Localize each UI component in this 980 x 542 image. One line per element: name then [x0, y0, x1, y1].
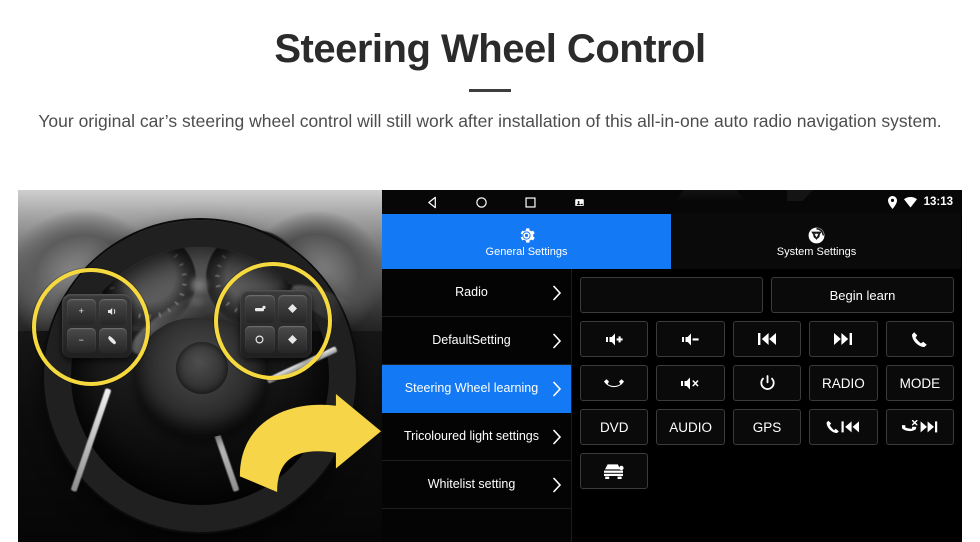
radio-button[interactable]: RADIO: [809, 365, 878, 401]
page-root: Steering Wheel Control Your original car…: [0, 0, 980, 542]
function-button-row-4: [580, 453, 954, 489]
car-front-button[interactable]: [580, 453, 649, 489]
next-track-icon: [834, 333, 853, 345]
status-bar-notch-secondary: [787, 190, 813, 201]
learn-control-row: Begin learn: [580, 277, 954, 313]
volume-up-button[interactable]: [580, 321, 649, 357]
chevron-right-icon: [553, 381, 562, 396]
mode-button[interactable]: MODE: [885, 365, 955, 401]
chevron-right-icon: [553, 477, 562, 492]
radio-ui-screen: 13:13 General Settings System Settings R…: [382, 190, 962, 542]
navigation-bar: [426, 196, 586, 209]
steering-wheel-photo: + −: [18, 190, 382, 542]
steering-wheel-learning-panel: Begin learn RADIO MODE DVD AUDIO GPS: [572, 269, 962, 542]
header: Steering Wheel Control Your original car…: [0, 0, 980, 135]
left-cluster-highlight-circle: [32, 268, 150, 386]
power-button[interactable]: [732, 365, 802, 401]
volume-down-icon: [682, 333, 699, 345]
begin-learn-button[interactable]: Begin learn: [771, 277, 954, 313]
menu-item-label: Radio: [455, 285, 488, 300]
menu-item-label: Tricoloured light settings: [403, 429, 540, 444]
next-track-button[interactable]: [809, 321, 878, 357]
status-bar-notch: [674, 190, 747, 202]
screenshot-icon[interactable]: [573, 196, 586, 209]
volume-mute-icon: [681, 377, 699, 389]
media-strip: + − 13:13 General Settings System Settin…: [18, 190, 962, 542]
call-hangup-button[interactable]: [580, 365, 649, 401]
menu-item-default-setting[interactable]: DefaultSetting: [382, 317, 571, 365]
volume-up-icon: [605, 333, 623, 345]
pointing-arrow-icon: [239, 394, 381, 492]
system-chip-icon: [808, 227, 825, 243]
tab-system-settings-label: System Settings: [776, 245, 857, 258]
menu-item-label: DefaultSetting: [432, 333, 511, 348]
gps-button[interactable]: GPS: [732, 409, 802, 445]
settings-menu: Radio DefaultSetting Steering Wheel lear…: [382, 269, 572, 542]
title-divider: [469, 89, 511, 92]
volume-mute-button[interactable]: [656, 365, 725, 401]
call-answer-button[interactable]: [885, 321, 955, 357]
chevron-right-icon: [553, 333, 562, 348]
car-front-icon: [604, 463, 624, 479]
settings-body: Radio DefaultSetting Steering Wheel lear…: [382, 269, 962, 542]
menu-item-tricoloured-light-settings[interactable]: Tricoloured light settings: [382, 413, 571, 461]
chevron-right-icon: [553, 429, 562, 444]
page-subtitle: Your original car’s steering wheel contr…: [38, 111, 942, 131]
volume-down-button[interactable]: [656, 321, 725, 357]
wifi-icon: [903, 196, 917, 207]
call-answer-icon: [912, 331, 928, 347]
previous-track-icon: [758, 333, 777, 345]
power-icon: [759, 374, 775, 390]
recents-icon[interactable]: [524, 196, 537, 209]
menu-item-radio[interactable]: Radio: [382, 269, 571, 317]
clock-label: 13:13: [923, 196, 953, 208]
airbag-emblem: [176, 342, 228, 394]
previous-track-button[interactable]: [732, 321, 802, 357]
android-status-bar: 13:13: [382, 190, 962, 214]
back-icon[interactable]: [426, 196, 439, 209]
tab-general-settings-label: General Settings: [485, 245, 568, 258]
chevron-right-icon: [553, 285, 562, 300]
right-cluster-highlight-circle: [214, 262, 332, 380]
function-button-row-1: [580, 321, 955, 357]
menu-item-steering-wheel-learning[interactable]: Steering Wheel learning: [382, 365, 571, 413]
call-previous-button[interactable]: [809, 409, 878, 445]
menu-item-label: Whitelist setting: [427, 477, 516, 492]
tab-system-settings[interactable]: System Settings: [672, 214, 962, 269]
tab-general-settings[interactable]: General Settings: [382, 214, 672, 269]
home-icon[interactable]: [475, 196, 488, 209]
settings-tabs: General Settings System Settings: [382, 214, 962, 269]
status-bar-right: 13:13: [887, 190, 953, 214]
call-hangup-icon: [604, 379, 625, 388]
function-button-row-2: RADIO MODE: [580, 365, 955, 401]
call-previous-icon: [827, 420, 860, 433]
menu-item-whitelist-setting[interactable]: Whitelist setting: [382, 461, 571, 509]
learn-display-field[interactable]: [580, 277, 763, 313]
audio-button[interactable]: AUDIO: [656, 409, 725, 445]
menu-item-label: Steering Wheel learning: [404, 381, 539, 396]
hangup-next-button[interactable]: [885, 409, 955, 445]
hangup-next-icon: [901, 420, 938, 433]
function-button-row-3: DVD AUDIO GPS: [580, 409, 955, 445]
page-title: Steering Wheel Control: [274, 27, 706, 71]
location-pin-icon: [887, 195, 897, 209]
dvd-button[interactable]: DVD: [580, 409, 649, 445]
gear-icon: [520, 227, 535, 243]
